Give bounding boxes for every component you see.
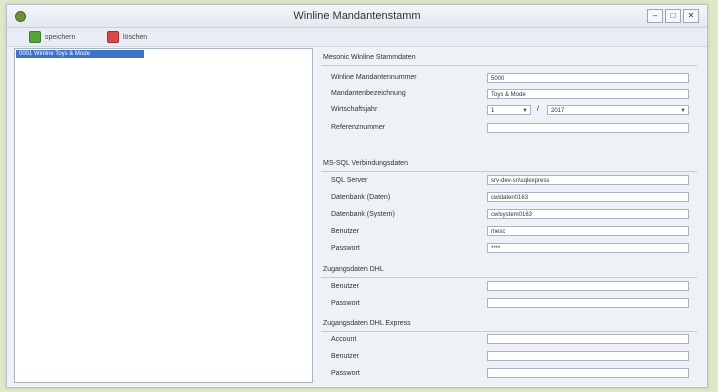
dhl-user-field[interactable] — [487, 281, 689, 291]
main-window: Winline Mandantenstamm – □ ✕ speichern l… — [6, 4, 708, 388]
dhl-express-user-field[interactable] — [487, 351, 689, 361]
db-daten-field[interactable]: cwldaten0163 — [487, 192, 689, 202]
section-divider — [321, 65, 697, 66]
detail-form: Mesonic Winline Stammdaten Winline Manda… — [313, 48, 701, 381]
toolbar: speichern löschen — [7, 28, 707, 47]
dhl-express-account-label: Account — [331, 336, 357, 343]
window-title: Winline Mandantenstamm — [293, 10, 421, 22]
mandant-nr-label: Winline Mandantennummer — [331, 74, 417, 81]
referenz-field[interactable] — [487, 123, 689, 133]
sql-server-label: SQL Server — [331, 177, 368, 184]
dhl-password-field[interactable] — [487, 298, 689, 308]
db-system-label: Datenbank (System) — [331, 211, 395, 218]
sql-password-field[interactable]: **** — [487, 243, 689, 253]
section-title-winline: Mesonic Winline Stammdaten — [323, 54, 416, 61]
save-icon — [29, 31, 41, 43]
section-divider — [321, 331, 697, 332]
dhl-user-label: Benutzer — [331, 283, 360, 290]
section-title-dhl-express: Zugangsdaten DHL Express — [323, 320, 411, 327]
sql-server-field[interactable]: srv-dev-sn\sqlexpress — [487, 175, 689, 185]
sql-user-field[interactable]: mesc — [487, 226, 689, 236]
chevron-down-icon: ▼ — [680, 108, 686, 114]
window-controls: – □ ✕ — [647, 9, 699, 23]
dhl-express-password-field[interactable] — [487, 368, 689, 378]
section-divider — [321, 277, 697, 278]
save-button[interactable]: speichern — [29, 30, 75, 44]
wirtschaftsjahr-label: Wirtschaftsjahr — [331, 106, 378, 113]
delete-icon — [107, 31, 119, 43]
month-value: 1 — [491, 108, 495, 114]
year-select[interactable]: 2017 ▼ — [547, 105, 689, 115]
title-bar: Winline Mandantenstamm – □ ✕ — [7, 5, 707, 28]
section-title-dhl: Zugangsdaten DHL — [323, 266, 384, 273]
list-item[interactable]: 0001 Winline Toys & Mode — [16, 50, 144, 58]
sql-password-label: Passwort — [331, 245, 360, 252]
mandant-list[interactable]: 0001 Winline Toys & Mode — [14, 48, 313, 383]
dhl-password-label: Passwort — [331, 300, 360, 307]
dhl-express-password-label: Passwort — [331, 370, 360, 377]
referenz-label: Referenznummer — [331, 124, 386, 131]
delete-button-label: löschen — [123, 33, 148, 41]
chevron-down-icon: ▼ — [522, 108, 528, 114]
sql-user-label: Benutzer — [331, 228, 360, 235]
save-button-label: speichern — [45, 33, 76, 41]
date-separator: / — [537, 106, 539, 113]
minimize-button[interactable]: – — [647, 9, 663, 23]
close-button[interactable]: ✕ — [683, 9, 699, 23]
section-title-mssql: MS-SQL Verbindungsdaten — [323, 160, 408, 167]
bezeichnung-label: Mandantenbezeichnung — [331, 90, 406, 97]
year-value: 2017 — [551, 108, 565, 114]
section-divider — [321, 171, 697, 172]
db-system-field[interactable]: cwlsystem0163 — [487, 209, 689, 219]
db-daten-label: Datenbank (Daten) — [331, 194, 391, 201]
bezeichnung-field[interactable]: Toys & Mode — [487, 89, 689, 99]
maximize-button[interactable]: □ — [665, 9, 681, 23]
dhl-express-account-field[interactable] — [487, 334, 689, 344]
dhl-express-user-label: Benutzer — [331, 353, 360, 360]
mandant-nr-field[interactable]: 5000 — [487, 73, 689, 83]
month-select[interactable]: 1 ▼ — [487, 105, 531, 115]
delete-button[interactable]: löschen — [107, 30, 147, 44]
